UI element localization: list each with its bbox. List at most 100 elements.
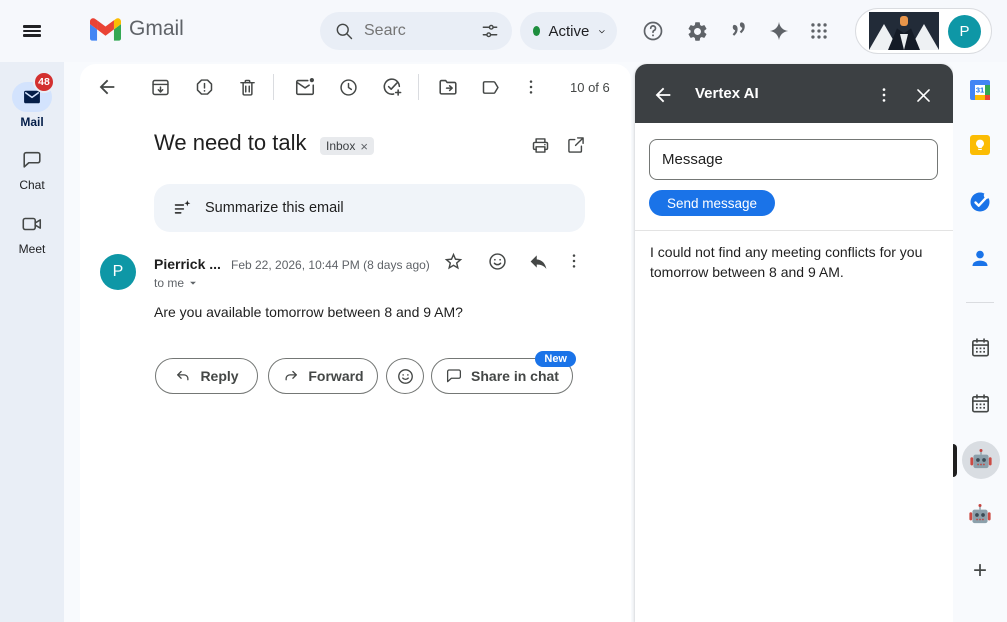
active-addon-indicator	[953, 444, 957, 477]
gemini-button[interactable]	[759, 11, 799, 51]
search-bar[interactable]	[320, 12, 512, 50]
message-date: Feb 22, 2026, 10:44 PM (8 days ago)	[231, 258, 430, 272]
emoji-smile-icon	[488, 252, 506, 270]
print-button[interactable]	[528, 133, 552, 157]
panel-close-button[interactable]	[911, 83, 935, 107]
robot-icon	[970, 448, 992, 469]
calendar-addon-2-button[interactable]	[965, 332, 995, 362]
calendar-addon-button[interactable]: 31	[965, 75, 995, 105]
sidebar-item-meet[interactable]	[20, 212, 44, 236]
share-in-chat-label: Share in chat	[471, 368, 559, 384]
mark-unread-button[interactable]	[293, 75, 317, 99]
panel-back-button[interactable]	[651, 83, 675, 107]
emoji-reaction-button[interactable]	[485, 249, 509, 273]
forward-button[interactable]: Forward	[268, 358, 378, 394]
printer-icon	[532, 137, 548, 153]
summarize-email-button[interactable]: Summarize this email	[154, 184, 585, 232]
robot-addon-2-button[interactable]	[965, 500, 995, 530]
open-in-new-window-button[interactable]	[564, 133, 588, 157]
recipient-details[interactable]: to me	[154, 276, 198, 290]
double-comma-icon	[732, 22, 745, 36]
star-icon	[444, 252, 462, 269]
robot-addon-active-button[interactable]	[962, 441, 1000, 479]
panel-title: Vertex AI	[695, 85, 759, 102]
chat-status-selector[interactable]: Active	[520, 12, 617, 50]
keep-addon-button[interactable]	[965, 130, 995, 160]
snooze-button[interactable]	[336, 75, 360, 99]
contacts-addon-button[interactable]	[965, 243, 995, 273]
open-in-new-icon	[568, 137, 584, 153]
kebab-icon	[882, 88, 886, 102]
inbox-label-chip[interactable]: Inbox ×	[320, 137, 374, 155]
report-spam-button[interactable]	[192, 75, 216, 99]
account-button[interactable]: P	[855, 8, 992, 54]
recipient-label: to me	[154, 276, 185, 290]
sidebar-item-chat[interactable]	[20, 148, 44, 172]
help-button[interactable]	[633, 11, 673, 51]
get-addons-button[interactable]: +	[965, 556, 995, 586]
share-in-chat-button[interactable]: Share in chat New	[431, 351, 576, 394]
message-more-button[interactable]	[562, 249, 586, 273]
move-to-button[interactable]	[436, 75, 460, 99]
add-to-tasks-button[interactable]	[380, 75, 404, 99]
reply-arrow-icon	[530, 254, 546, 269]
summarize-sparkle-icon	[174, 199, 191, 214]
email-subject: We need to talk	[154, 130, 307, 155]
reply-button-icon[interactable]	[526, 249, 550, 273]
sidebar-item-meet-label: Meet	[18, 242, 46, 256]
search-filters-icon[interactable]	[480, 21, 500, 41]
calendar-outline-icon	[971, 337, 989, 356]
more-options-button[interactable]	[519, 75, 543, 99]
tasks-addon-button[interactable]	[965, 187, 995, 217]
active-status-dot	[533, 26, 541, 36]
gmail-m-icon	[90, 18, 121, 41]
send-message-button[interactable]: Send message	[649, 190, 776, 216]
main-menu-button[interactable]	[20, 19, 44, 43]
gmail-logo: Gmail	[90, 17, 184, 41]
chat-icon	[23, 151, 41, 168]
reply-arrow-icon	[177, 370, 189, 381]
mark-unread-icon	[295, 78, 315, 96]
plus-icon: +	[972, 557, 987, 584]
back-arrow-icon	[655, 87, 671, 103]
delete-button[interactable]	[235, 75, 259, 99]
reply-button[interactable]: Reply	[155, 358, 258, 394]
avatar: P	[948, 14, 981, 48]
calendar-addon-3-button[interactable]	[965, 388, 995, 418]
label-tag-icon	[482, 80, 499, 94]
addon-side-rail: 31 +	[953, 62, 1007, 622]
back-arrow-icon	[99, 79, 115, 95]
panel-more-button[interactable]	[872, 83, 896, 107]
star-button[interactable]	[441, 249, 465, 273]
move-to-folder-icon	[439, 79, 457, 95]
remove-label-icon[interactable]: ×	[360, 139, 368, 154]
gmail-wordmark: Gmail	[129, 17, 184, 40]
back-button[interactable]	[95, 75, 119, 99]
panel-divider	[635, 230, 953, 231]
reply-label: Reply	[200, 368, 239, 384]
search-input[interactable]	[364, 22, 416, 40]
settings-button[interactable]	[677, 11, 717, 51]
email-body: Are you available tomorrow between 8 and…	[154, 304, 463, 320]
archive-icon	[151, 79, 169, 95]
google-calendar-icon: 31	[970, 80, 990, 100]
calendar-outline-icon	[971, 393, 989, 412]
labels-button[interactable]	[478, 75, 502, 99]
task-add-icon	[383, 78, 402, 96]
top-header: Gmail Active P	[0, 0, 1007, 62]
sparkle-icon	[769, 21, 789, 41]
sidebar-item-mail-label: Mail	[20, 115, 44, 129]
close-icon	[916, 88, 930, 102]
archive-button[interactable]	[148, 75, 172, 99]
kebab-icon	[572, 254, 576, 268]
message-input[interactable]	[649, 139, 938, 180]
new-feature-badge: New	[535, 351, 576, 367]
inbox-label-text: Inbox	[326, 139, 356, 153]
google-apps-button[interactable]	[799, 11, 839, 51]
chevron-down-icon	[599, 29, 605, 33]
forward-label: Forward	[308, 368, 364, 384]
add-reaction-button[interactable]	[386, 358, 424, 394]
vertex-ai-panel: Vertex AI Send message I could not find …	[635, 64, 953, 622]
quotes-addon-button[interactable]	[719, 11, 759, 51]
sidebar-item-chat-label: Chat	[19, 178, 45, 192]
